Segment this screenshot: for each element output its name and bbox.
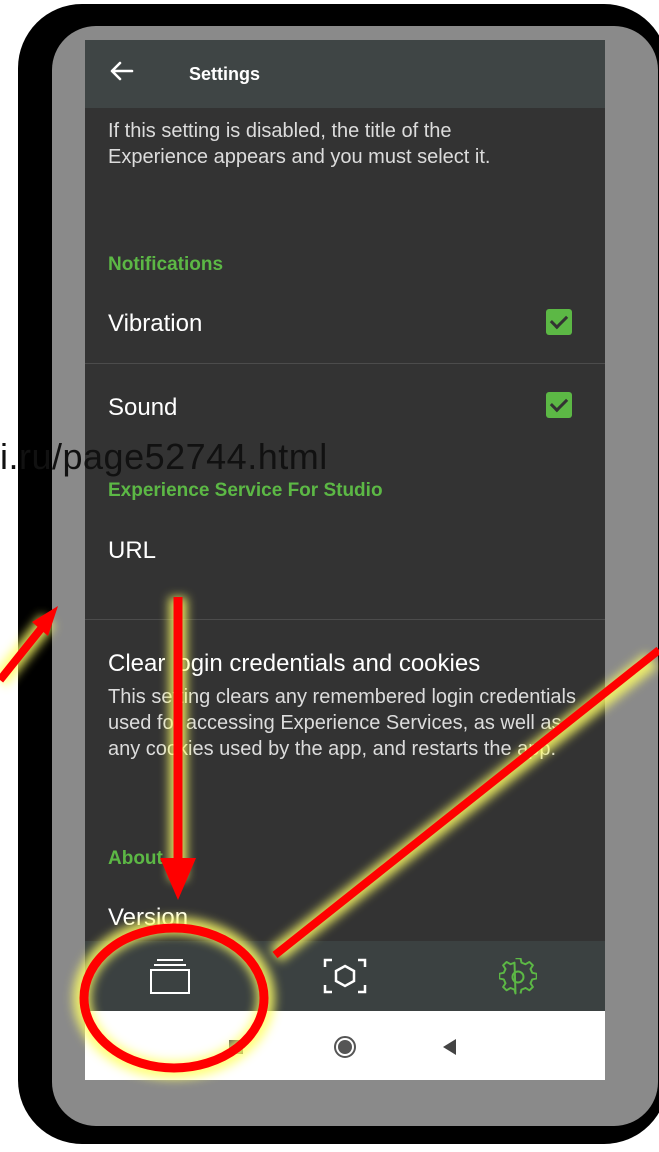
annotation-circle xyxy=(79,923,269,1073)
annotation-layer xyxy=(0,597,659,1079)
annotation-arrow-diagonal xyxy=(272,646,659,959)
annotation-arrow-down xyxy=(160,597,196,900)
annotation-arrow-left xyxy=(0,606,58,683)
